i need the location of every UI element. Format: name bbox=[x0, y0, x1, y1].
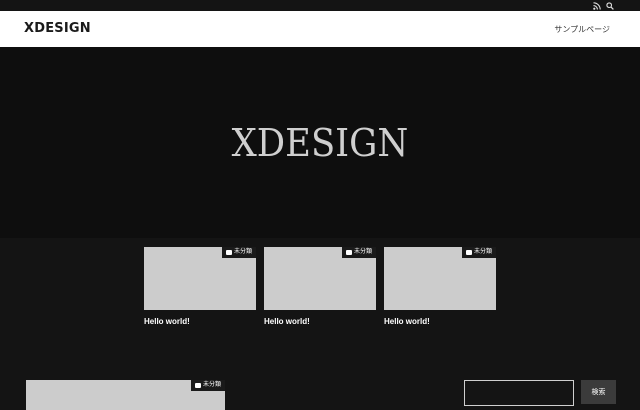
top-utility-bar bbox=[0, 0, 640, 11]
post-title[interactable]: Hello world! bbox=[144, 317, 256, 326]
post-thumbnail[interactable]: 未分類 bbox=[144, 247, 256, 310]
category-badge[interactable]: 未分類 bbox=[341, 247, 376, 258]
category-label: 未分類 bbox=[233, 249, 252, 255]
search-input[interactable] bbox=[464, 380, 574, 406]
folder-icon bbox=[194, 383, 201, 388]
folder-icon bbox=[225, 250, 232, 255]
post-title[interactable]: Hello world! bbox=[384, 317, 496, 326]
search-button[interactable]: 検索 bbox=[581, 380, 616, 404]
rss-icon[interactable] bbox=[592, 1, 601, 10]
search-icon[interactable] bbox=[605, 1, 614, 10]
category-badge[interactable]: 未分類 bbox=[221, 247, 256, 258]
post-card[interactable]: 未分類 Hello world! bbox=[144, 247, 256, 326]
category-label: 未分類 bbox=[202, 382, 221, 388]
hero-title: XDESIGN bbox=[231, 120, 409, 165]
hero-banner: XDESIGN bbox=[0, 47, 640, 238]
category-badge[interactable]: 未分類 bbox=[461, 247, 496, 258]
category-label: 未分類 bbox=[473, 249, 492, 255]
category-label: 未分類 bbox=[353, 249, 372, 255]
post-thumbnail[interactable]: 未分類 bbox=[384, 247, 496, 310]
folder-icon bbox=[345, 250, 352, 255]
folder-icon bbox=[465, 250, 472, 255]
site-header: XDESIGN サンプルページ bbox=[0, 11, 640, 47]
post-card[interactable]: 未分類 Hello world! bbox=[264, 247, 376, 326]
site-logo[interactable]: XDESIGN bbox=[24, 21, 91, 36]
post-card[interactable]: 未分類 Hello world! bbox=[384, 247, 496, 326]
post-thumbnail[interactable]: 未分類 bbox=[264, 247, 376, 310]
nav-item-sample-page[interactable]: サンプルページ bbox=[554, 24, 610, 35]
bottom-post-thumbnail[interactable]: 未分類 bbox=[26, 380, 225, 410]
category-badge[interactable]: 未分類 bbox=[190, 380, 225, 391]
post-title[interactable]: Hello world! bbox=[264, 317, 376, 326]
